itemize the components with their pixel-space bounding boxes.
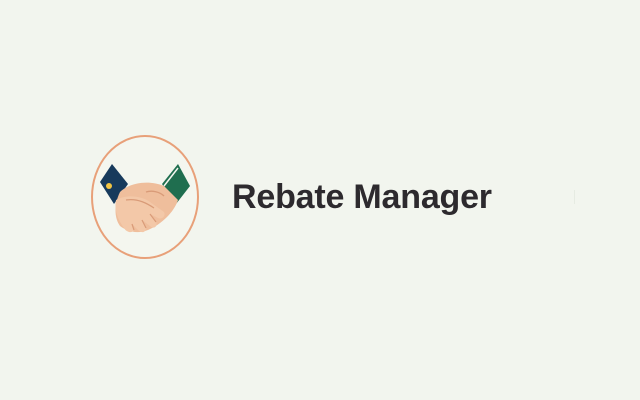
handshake-icon bbox=[91, 135, 199, 259]
divider bbox=[574, 190, 575, 204]
sleeve-badge bbox=[106, 183, 112, 189]
splash-screen: Rebate Manager bbox=[0, 0, 640, 400]
app-title: Rebate Manager bbox=[232, 178, 492, 216]
app-logo bbox=[90, 134, 200, 260]
